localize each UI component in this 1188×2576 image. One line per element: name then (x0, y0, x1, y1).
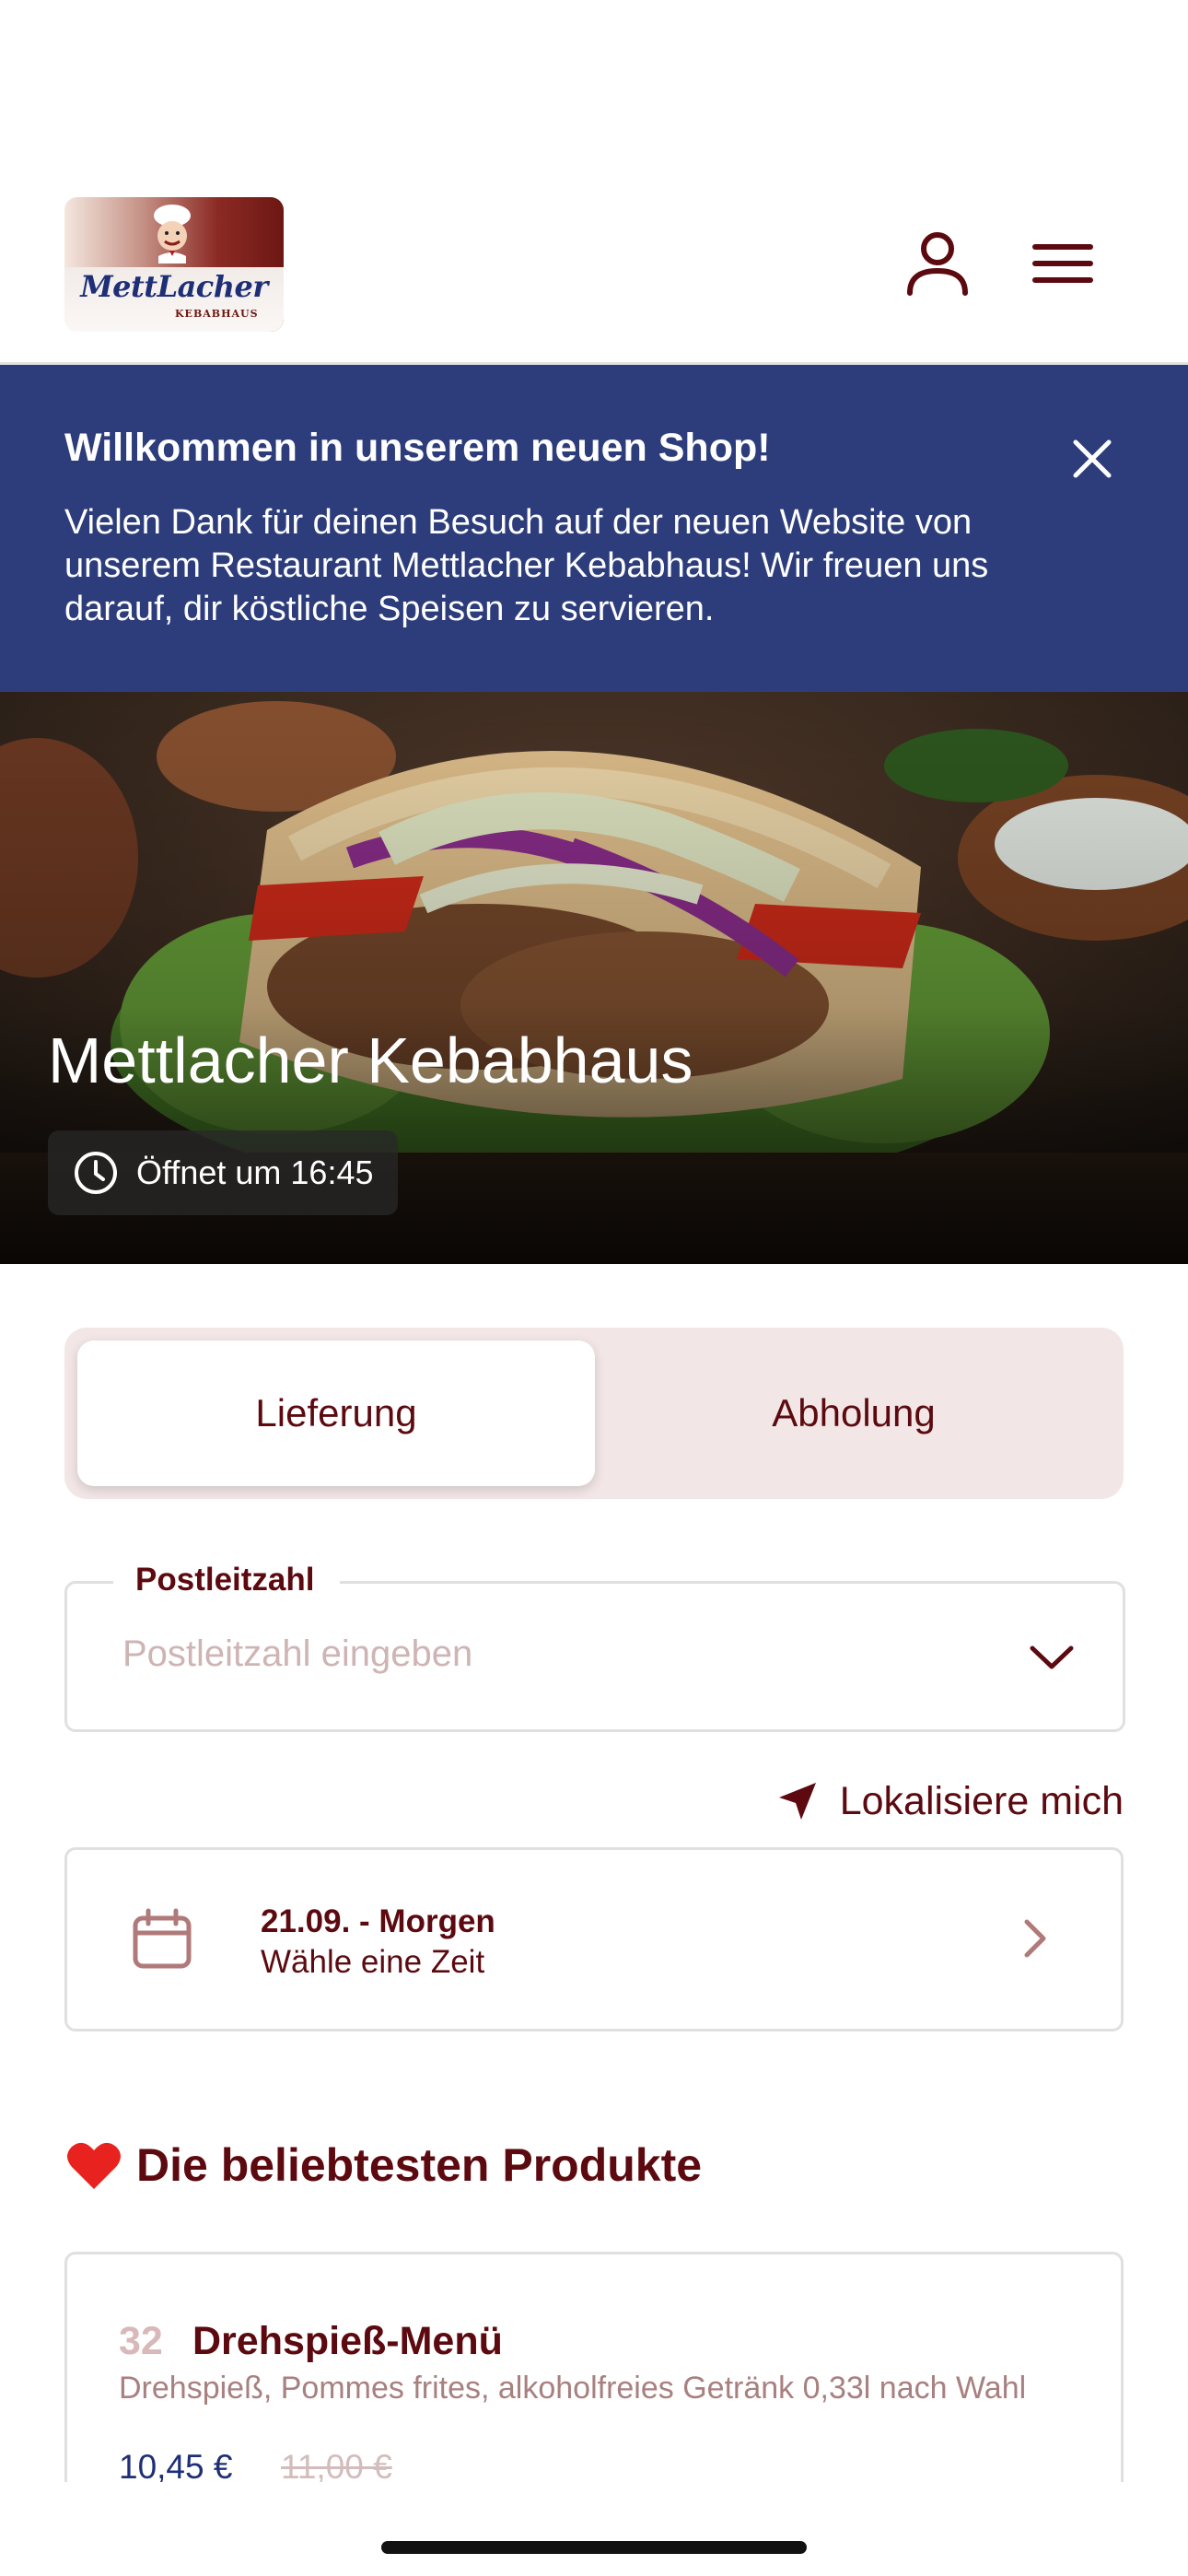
close-icon[interactable] (1068, 435, 1116, 483)
product-name: Drehspieß-Menü (192, 2319, 503, 2363)
product-price: 10,45 € (119, 2448, 233, 2482)
logo-subtext: KEBABHAUS (175, 308, 259, 320)
popular-products-title: Die beliebtesten Produkte (136, 2139, 703, 2191)
hero: Mettlacher Kebabhaus Öffnet um 16:45 (0, 692, 1188, 1264)
delivery-time-selector[interactable]: 21.09. - Morgen Wähle eine Zeit (64, 1847, 1124, 2032)
product-old-price: 11,00 € (281, 2448, 392, 2482)
calendar-icon (133, 1908, 192, 1969)
postcode-field[interactable]: Postleitzahl (64, 1562, 1125, 1732)
delivery-date: 21.09. - Morgen (261, 1903, 495, 1939)
header: MettLacher KEBABHAUS (0, 0, 1188, 365)
product-number: 32 (119, 2319, 163, 2363)
product-description: Drehspieß, Pommes frites, alkoholfreies … (119, 2371, 1027, 2406)
opening-status-text: Öffnet um 16:45 (136, 1153, 374, 1191)
chevron-down-icon[interactable] (1025, 1630, 1078, 1683)
postcode-label: Postleitzahl (113, 1562, 341, 1598)
home-indicator[interactable] (381, 2541, 807, 2554)
restaurant-name: Mettlacher Kebabhaus (48, 1025, 693, 1096)
heart-icon (67, 2142, 121, 2189)
locate-me-label: Lokalisiere mich (839, 1778, 1124, 1823)
banner-title: Willkommen in unserem neuen Shop! (64, 426, 771, 470)
person-icon[interactable] (901, 227, 974, 300)
popular-products-heading: Die beliebtesten Produkte (64, 2137, 702, 2193)
welcome-banner: Willkommen in unserem neuen Shop! Vielen… (0, 365, 1188, 692)
delivery-time-hint: Wähle eine Zeit (261, 1944, 485, 1980)
chevron-right-icon (1024, 1919, 1046, 1958)
location-arrow-icon (778, 1783, 816, 1820)
chef-icon (154, 205, 191, 263)
tab-abholung[interactable]: Abholung (595, 1341, 1112, 1486)
hamburger-menu-icon[interactable] (1026, 227, 1100, 300)
page: MettLacher KEBABHAUS Willkommen in unser… (0, 0, 1188, 2576)
logo-text: MettLacher (80, 269, 268, 304)
clock-icon (75, 1152, 117, 1194)
banner-text: Vielen Dank für deinen Besuch auf der ne… (64, 503, 989, 628)
product-card[interactable]: 32 Drehspieß-Menü Drehspieß, Pommes frit… (64, 2252, 1124, 2482)
tab-lieferung[interactable]: Lieferung (77, 1341, 595, 1486)
order-type-tabs: Lieferung Abholung (64, 1328, 1124, 1499)
postcode-input[interactable] (122, 1633, 951, 1675)
locate-me-button[interactable]: Lokalisiere mich (755, 1774, 1124, 1829)
logo[interactable]: MettLacher KEBABHAUS (64, 197, 284, 332)
opening-status-badge: Öffnet um 16:45 (48, 1130, 398, 1215)
